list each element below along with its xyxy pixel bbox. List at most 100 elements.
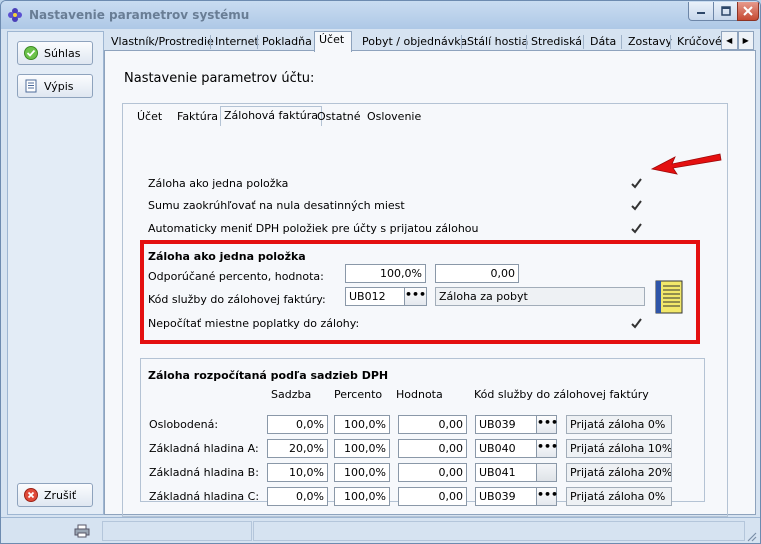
option-label-auto-vat: Automaticky meniť DPH položiek pre účty … xyxy=(148,222,479,235)
tab-data[interactable]: Dáta xyxy=(585,33,617,51)
tab-separator xyxy=(583,35,584,49)
document-icon xyxy=(25,79,37,93)
vat-rate-input[interactable]: 20,0% xyxy=(267,439,328,458)
vat-split-title: Záloha rozpočítaná podľa sadzieb DPH xyxy=(148,369,389,382)
printer-icon[interactable] xyxy=(74,524,90,538)
subtab-ostatne[interactable]: Ostatné xyxy=(314,108,364,126)
status-cell xyxy=(253,521,745,541)
cancel-button-label: Zrušiť xyxy=(44,488,77,502)
resize-grip-icon[interactable] xyxy=(745,530,757,542)
tab-stali-hostia[interactable]: Stálí hostia xyxy=(462,33,529,51)
ucet-page: Nastavenie parametrov účtu: Účet Faktúra… xyxy=(104,50,756,517)
vat-percent-input[interactable]: 100,0% xyxy=(334,439,390,458)
confirm-button[interactable]: Súhlas xyxy=(17,41,93,65)
auto-vat-checkbox[interactable] xyxy=(630,222,643,235)
rounding-checkbox[interactable] xyxy=(630,199,643,212)
vat-rate-input[interactable]: 10,0% xyxy=(267,463,328,482)
tab-krucove[interactable]: Krúčové xyxy=(672,33,723,51)
red-arrow-icon xyxy=(650,153,722,175)
vat-code-desc: Prijatá záloha 10% xyxy=(566,439,672,458)
main-panel: Vlastník/Prostredie Internet Pokladňa Úč… xyxy=(104,31,756,517)
option-label-rounding: Sumu zaokrúhľovať na nula desatinných mi… xyxy=(148,199,405,212)
vat-code-input[interactable]: UB040 xyxy=(475,439,537,458)
status-bar xyxy=(1,517,760,543)
tab-pobyt[interactable]: Pobyt / objednávka xyxy=(357,33,468,51)
vat-code-input[interactable]: UB041 xyxy=(475,463,537,482)
vat-value-input[interactable]: 0,00 xyxy=(398,463,467,482)
vat-code-input[interactable]: UB039 xyxy=(475,487,537,506)
tab-separator xyxy=(670,35,671,49)
settings-window: Nastavenie parametrov systému Súhlas Výp… xyxy=(0,0,761,544)
tab-separator xyxy=(621,35,622,49)
amount-input[interactable]: 0,00 xyxy=(435,264,519,283)
vat-row-name: Základná hladina B: xyxy=(149,466,259,479)
single-item-group-title: Záloha ako jedna položka xyxy=(148,250,306,263)
tab-ucet[interactable]: Účet xyxy=(314,31,352,52)
close-icon xyxy=(743,6,753,16)
vat-code-browse-button[interactable]: ••• xyxy=(536,439,558,458)
tab-strediska[interactable]: Strediská xyxy=(526,33,583,51)
window-title: Nastavenie parametrov systému xyxy=(29,8,250,22)
vat-code-desc: Prijatá záloha 0% xyxy=(566,487,672,506)
tab-scroll-left-icon[interactable]: ◀ xyxy=(721,31,738,50)
service-code-input[interactable]: UB012 xyxy=(345,287,405,306)
vat-percent-input[interactable]: 100,0% xyxy=(334,487,390,506)
percent-input[interactable]: 100,0% xyxy=(345,264,426,283)
close-button[interactable] xyxy=(737,2,759,21)
vat-row-name: Základná hladina A: xyxy=(149,442,259,455)
single-item-checkbox[interactable] xyxy=(630,177,643,190)
tab-vlastnik[interactable]: Vlastník/Prostredie xyxy=(106,33,215,51)
header-code: Kód služby do zálohovej faktúry xyxy=(474,388,649,401)
tab-scroll-right-icon[interactable]: ▶ xyxy=(737,31,754,50)
main-tabstrip: Vlastník/Prostredie Internet Pokladňa Úč… xyxy=(104,31,756,52)
vat-code-browse-button[interactable]: ••• xyxy=(536,415,558,434)
vat-code-input[interactable]: UB039 xyxy=(475,415,537,434)
maximize-button[interactable] xyxy=(713,2,738,21)
subtab-zalohova-faktura[interactable]: Zálohová faktúra xyxy=(220,106,323,126)
cancel-button[interactable]: Zrušiť xyxy=(17,483,93,507)
vat-value-input[interactable]: 0,00 xyxy=(398,487,467,506)
percent-label: Odporúčané percento, hodnota: xyxy=(148,270,324,283)
subtab-oslovenie[interactable]: Oslovenie xyxy=(364,108,424,126)
vat-code-browse-button[interactable] xyxy=(536,463,557,482)
minimize-icon xyxy=(697,12,705,14)
maximize-icon xyxy=(720,6,731,16)
vat-value-input[interactable]: 0,00 xyxy=(398,439,467,458)
status-cell xyxy=(102,521,252,541)
vat-rate-input[interactable]: 0,0% xyxy=(267,487,328,506)
confirm-button-label: Súhlas xyxy=(44,46,81,60)
vat-code-browse-button[interactable]: ••• xyxy=(536,487,558,506)
vat-percent-input[interactable]: 100,0% xyxy=(334,415,390,434)
vat-rate-input[interactable]: 0,0% xyxy=(267,415,328,434)
option-label-single-item: Záloha ako jedna položka xyxy=(148,177,289,190)
subtab-ucet[interactable]: Účet xyxy=(134,108,165,126)
header-rate: Sadzba xyxy=(271,388,312,401)
tab-pokladna[interactable]: Pokladňa xyxy=(257,33,313,51)
title-bar[interactable]: Nastavenie parametrov systému xyxy=(1,1,760,29)
list-button-label: Výpis xyxy=(44,79,74,93)
list-button[interactable]: Výpis xyxy=(17,74,93,98)
notebook-icon[interactable] xyxy=(655,280,683,314)
action-sidebar: Súhlas Výpis Zrušiť xyxy=(7,31,104,515)
check-circle-icon xyxy=(24,46,38,60)
vat-value-input[interactable]: 0,00 xyxy=(398,415,467,434)
vat-code-desc: Prijatá záloha 0% xyxy=(566,415,672,434)
header-value: Hodnota xyxy=(396,388,443,401)
local-fees-checkbox[interactable] xyxy=(630,317,643,330)
minimize-button[interactable] xyxy=(688,2,714,21)
tab-zostavy[interactable]: Zostavy xyxy=(623,33,673,51)
header-percent: Percento xyxy=(334,388,383,401)
tab-scroll: ◀ ▶ xyxy=(721,31,754,50)
page-title: Nastavenie parametrov účtu: xyxy=(124,71,315,86)
vat-percent-input[interactable]: 100,0% xyxy=(334,463,390,482)
subtab-faktura[interactable]: Faktúra xyxy=(174,108,221,126)
vat-row-name: Oslobodená: xyxy=(149,418,219,431)
cancel-circle-icon xyxy=(24,488,38,502)
tab-internet[interactable]: Internet xyxy=(210,33,260,51)
app-flower-icon xyxy=(8,8,22,22)
vat-code-desc: Prijatá záloha 20% xyxy=(566,463,672,482)
vat-row-name: Základná hladina C: xyxy=(149,490,260,503)
service-code-browse-button[interactable]: ••• xyxy=(404,287,427,306)
local-fees-label: Nepočítať miestne poplatky do zálohy: xyxy=(148,317,360,330)
service-name-field: Záloha za pobyt xyxy=(435,287,645,306)
